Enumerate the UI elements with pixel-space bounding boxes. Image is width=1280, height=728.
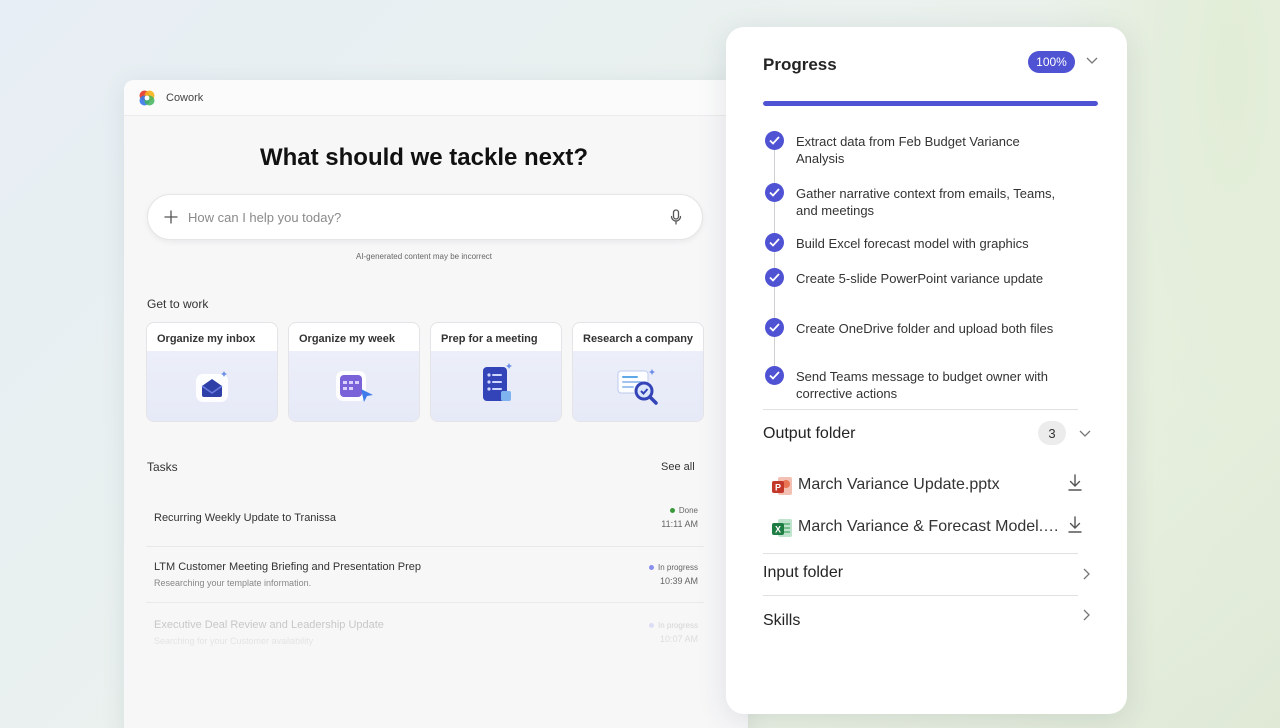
download-icon[interactable] <box>1067 516 1083 534</box>
card-illustration <box>147 351 277 421</box>
step-label: Create OneDrive folder and upload both f… <box>796 321 1054 336</box>
microphone-icon <box>670 209 682 225</box>
chevron-down-icon[interactable] <box>1078 426 1092 440</box>
chevron-down-icon[interactable] <box>1085 53 1099 67</box>
svg-text:P: P <box>775 483 781 493</box>
divider <box>763 595 1078 596</box>
see-all-link[interactable]: See all <box>661 461 695 473</box>
file-name: March Variance & Forecast Model.xlsx <box>798 518 1060 535</box>
cowork-window: Cowork What should we tackle next? AI-ge… <box>124 80 748 728</box>
progress-percent-badge: 100% <box>1028 51 1075 73</box>
step-label: Extract data from Feb Budget Variance An… <box>796 134 1020 166</box>
research-icon <box>617 369 658 405</box>
check-circle-icon <box>765 233 784 252</box>
card-illustration <box>289 351 419 421</box>
check-circle-icon <box>765 183 784 202</box>
get-to-work-heading: Get to work <box>147 297 209 311</box>
app-title: Cowork <box>166 91 204 104</box>
checklist-icon <box>483 363 512 401</box>
download-icon[interactable] <box>1067 474 1083 492</box>
check-circle-icon <box>765 131 784 150</box>
steps-connector <box>774 145 775 381</box>
step-label: Build Excel forecast model with graphics <box>796 236 1029 251</box>
status-dot-icon <box>669 508 675 513</box>
task-row[interactable]: LTM Customer Meeting Briefing and Presen… <box>146 547 704 603</box>
output-count-badge: 3 <box>1038 421 1066 445</box>
card-label: Research a company <box>583 333 694 345</box>
task-title: Recurring Weekly Update to Tranissa <box>154 512 336 524</box>
check-circle-icon <box>765 366 784 385</box>
plus-icon <box>164 210 178 224</box>
step-label: Gather narrative context from emails, Te… <box>796 186 1056 218</box>
file-name: March Variance Update.pptx <box>798 476 1000 493</box>
card-organize-inbox[interactable]: Organize my inbox <box>146 322 278 422</box>
status-label: Done <box>678 506 698 515</box>
card-illustration <box>573 351 703 421</box>
task-time: 10:07 AM <box>659 634 698 644</box>
status-dot-icon <box>648 565 654 570</box>
ai-disclaimer: AI-generated content may be incorrect <box>355 252 493 261</box>
cowork-logo-icon <box>139 90 155 105</box>
progress-panel: Progress 100% Extract data from Feb Budg… <box>726 27 1127 714</box>
task-subtitle: Researching your template information. <box>154 578 312 588</box>
card-prep-meeting[interactable]: Prep for a meeting <box>430 322 562 422</box>
status-dot-icon <box>648 623 654 628</box>
divider <box>763 553 1078 554</box>
divider <box>763 409 1078 410</box>
status-badge: In progress <box>648 621 698 630</box>
progress-bar-fill <box>763 101 1098 106</box>
card-illustration <box>431 351 561 421</box>
status-label: In progress <box>657 563 698 572</box>
microphone-button[interactable] <box>666 207 686 227</box>
card-label: Organize my inbox <box>157 333 256 345</box>
task-time: 10:39 AM <box>659 576 698 586</box>
check-circle-icon <box>765 268 784 287</box>
status-label: In progress <box>657 621 698 630</box>
card-research-company[interactable]: Research a company <box>572 322 704 422</box>
skills-title[interactable]: Skills <box>763 612 800 630</box>
powerpoint-icon: P <box>772 477 792 495</box>
status-badge: In progress <box>648 563 698 572</box>
prompt-box <box>147 194 703 240</box>
inbox-icon <box>196 371 228 402</box>
task-row[interactable]: Executive Deal Review and Leadership Upd… <box>146 603 704 659</box>
step-label: Send Teams message to budget owner with … <box>796 369 1048 401</box>
card-label: Prep for a meeting <box>441 333 538 345</box>
input-folder-title[interactable]: Input folder <box>763 564 843 582</box>
check-circle-icon <box>765 318 784 337</box>
status-badge: Done <box>669 506 698 515</box>
card-label: Organize my week <box>299 333 395 345</box>
quick-start-cards: Organize my inbox Organize my week Prep … <box>146 322 704 422</box>
task-title: Executive Deal Review and Leadership Upd… <box>154 619 384 631</box>
prompt-input[interactable] <box>188 209 666 225</box>
step-label: Create 5-slide PowerPoint variance updat… <box>796 271 1044 286</box>
output-folder-title[interactable]: Output folder <box>763 425 856 443</box>
title-bar: Cowork <box>124 80 748 116</box>
svg-text:X: X <box>775 525 781 535</box>
chevron-right-icon[interactable] <box>1079 608 1093 622</box>
page-title: What should we tackle next? <box>259 144 589 171</box>
task-subtitle: Searching for your Customer availability <box>154 636 314 646</box>
add-attachment-button[interactable] <box>160 206 182 228</box>
calendar-icon <box>336 371 373 402</box>
task-time: 11:11 AM <box>661 519 698 529</box>
progress-title: Progress <box>763 55 837 74</box>
output-file-row[interactable]: P March Variance Update.pptx <box>771 474 1091 498</box>
progress-bar <box>763 101 1098 106</box>
task-title: LTM Customer Meeting Briefing and Presen… <box>154 561 421 573</box>
card-organize-week[interactable]: Organize my week <box>288 322 420 422</box>
output-file-row[interactable]: X March Variance & Forecast Model.xlsx <box>771 516 1091 540</box>
excel-icon: X <box>772 519 792 537</box>
tasks-heading: Tasks <box>147 460 178 474</box>
task-row[interactable]: Recurring Weekly Update to Tranissa Done… <box>146 491 704 547</box>
chevron-right-icon[interactable] <box>1079 567 1093 581</box>
